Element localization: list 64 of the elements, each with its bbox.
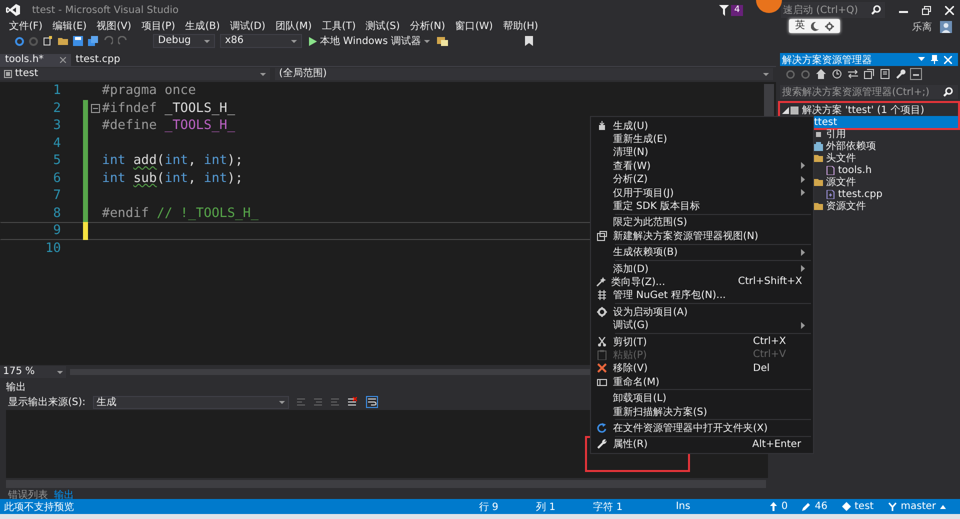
quick-launch-field[interactable]: 速启动 (Ctrl+Q) — [781, 2, 885, 18]
edit-count[interactable]: 46 — [802, 501, 828, 512]
menu-item[interactable]: 属性(R) Alt+Enter — [591, 438, 813, 451]
menu-item[interactable]: 项目(P) — [136, 20, 180, 33]
code-line: #ifndef _TOOLS_H_ — [102, 100, 236, 116]
line-number: 2 — [52, 100, 61, 116]
repository-button[interactable]: test — [842, 501, 874, 512]
panel-title: 输出 — [5, 382, 27, 394]
line-indicator: 行 9 — [478, 500, 500, 514]
menu-item[interactable]: 帮助(H) — [498, 20, 544, 33]
ime-mode[interactable]: 英 — [795, 20, 805, 32]
document-tab[interactable]: ttest.cpp — [70, 54, 126, 66]
menu-item[interactable]: 调试(D) — [224, 20, 270, 33]
user-name[interactable]: 乐离 — [912, 20, 932, 34]
menu-item[interactable]: 卸载项目(L) — [591, 391, 813, 405]
source-label: 显示输出来源(S): — [8, 396, 86, 409]
insert-mode: Ins — [676, 501, 692, 512]
line-number: 8 — [52, 206, 61, 221]
input-method-bar[interactable]: 英 — [789, 19, 840, 33]
code-line: int sub(int, int); — [102, 170, 243, 186]
menu-item[interactable]: 测试(S) — [360, 20, 405, 33]
line-number: 5 — [52, 153, 61, 168]
line-number: 4 — [52, 136, 61, 151]
source-dropdown[interactable]: 生成 — [92, 396, 289, 408]
document-tab[interactable]: tools.h* — [0, 54, 71, 66]
menu-item[interactable]: 重新扫描解决方案(S) — [591, 404, 813, 418]
tree-item[interactable]: 解决方案 'ttest' (1 个项目) — [780, 104, 958, 116]
branch-button[interactable]: master — [888, 501, 946, 512]
menu-item[interactable]: 团队(M) — [270, 20, 317, 33]
code-line: #pragma once — [102, 83, 196, 98]
line-number: 9 — [52, 223, 61, 238]
menu-item[interactable]: 文件(F) — [4, 20, 48, 33]
panel-tab[interactable]: 输出 — [54, 490, 74, 502]
line-number: 3 — [52, 118, 61, 134]
line-number: 1 — [52, 83, 61, 98]
project-dropdown[interactable]: ttest — [0, 68, 270, 80]
code-line: #endif // !_TOOLS_H_ — [102, 206, 259, 221]
scope-dropdown[interactable]: (全局范围) — [275, 68, 773, 80]
code-line: int add(int, int); — [102, 153, 243, 168]
menu-item[interactable]: 生成(B) — [180, 20, 225, 33]
menu-item[interactable]: 编辑(E) — [48, 20, 92, 33]
panel-tab[interactable]: 错误列表 — [8, 490, 48, 502]
line-number: 6 — [52, 170, 61, 186]
char-indicator: 字符 1 — [593, 500, 624, 514]
column-indicator: 列 1 — [536, 500, 556, 514]
platform-dropdown[interactable]: x86 — [220, 34, 302, 48]
status-message: 此项不支持预览 — [3, 500, 75, 514]
zoom-dropdown[interactable]: 175 % — [0, 366, 66, 378]
menu-item[interactable]: 重命名(M) — [591, 375, 813, 388]
window-title: ttest - Microsoft Visual Studio — [32, 4, 179, 16]
search-field[interactable]: 搜索解决方案资源管理器(Ctrl+;) — [780, 85, 958, 99]
start-debugging-button[interactable]: 本地 Windows 调试器 — [307, 34, 432, 48]
panel-title: 解决方案资源管理器 — [782, 54, 872, 66]
menu-item[interactable]: 分析(N) — [404, 20, 450, 33]
configuration-dropdown[interactable]: Debug — [153, 34, 215, 48]
menu-item[interactable]: 视图(V) — [92, 20, 136, 33]
line-number: 10 — [44, 240, 61, 256]
menu-item[interactable]: 窗口(W) — [450, 20, 498, 33]
menu-item[interactable]: 在文件资源管理器中打开文件夹(X) — [591, 421, 813, 435]
code-line: #define _TOOLS_H_ — [102, 118, 236, 134]
notification-badge[interactable]: 4 — [731, 4, 743, 16]
menu-item[interactable]: 工具(T) — [316, 20, 361, 33]
line-number: 7 — [52, 188, 61, 204]
pending-changes[interactable]: 0 — [770, 501, 788, 512]
